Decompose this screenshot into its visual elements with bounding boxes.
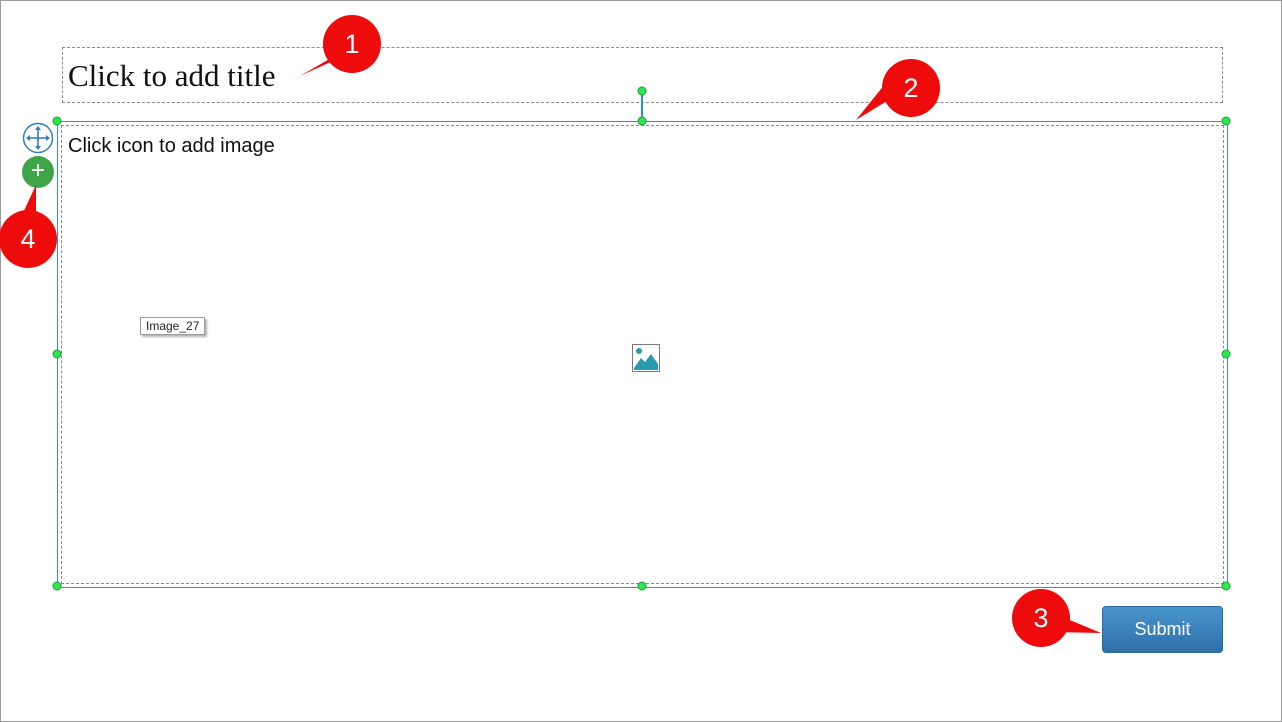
callout-1: 1 <box>323 15 381 73</box>
plus-icon: + <box>30 157 45 184</box>
insert-image-icon[interactable] <box>632 344 660 372</box>
callout-4: 4 <box>0 210 57 268</box>
callout-3: 3 <box>1012 589 1070 647</box>
submit-button[interactable]: Submit <box>1102 606 1223 653</box>
add-element-button[interactable]: + <box>22 156 54 188</box>
editor-canvas: Click to add title Click icon to add ima… <box>0 0 1282 722</box>
callout-2: 2 <box>882 59 940 117</box>
resize-handle-right[interactable] <box>1221 349 1231 359</box>
image-placeholder-box[interactable]: Click icon to add image Image_27 <box>61 125 1224 584</box>
resize-handle-top-right[interactable] <box>1221 116 1231 126</box>
title-placeholder-text: Click to add title <box>68 58 276 93</box>
resize-handle-bottom-left[interactable] <box>52 581 62 591</box>
resize-handle-left[interactable] <box>52 349 62 359</box>
image-hint-text: Click icon to add image <box>68 135 275 157</box>
resize-handle-top[interactable] <box>637 116 647 126</box>
rotate-handle[interactable] <box>637 86 647 96</box>
move-arrows-icon[interactable] <box>22 122 54 154</box>
image-name-tooltip: Image_27 <box>140 317 206 335</box>
resize-handle-bottom[interactable] <box>637 581 647 591</box>
resize-handle-bottom-right[interactable] <box>1221 581 1231 591</box>
image-selection-frame[interactable]: Click icon to add image Image_27 <box>57 121 1228 588</box>
